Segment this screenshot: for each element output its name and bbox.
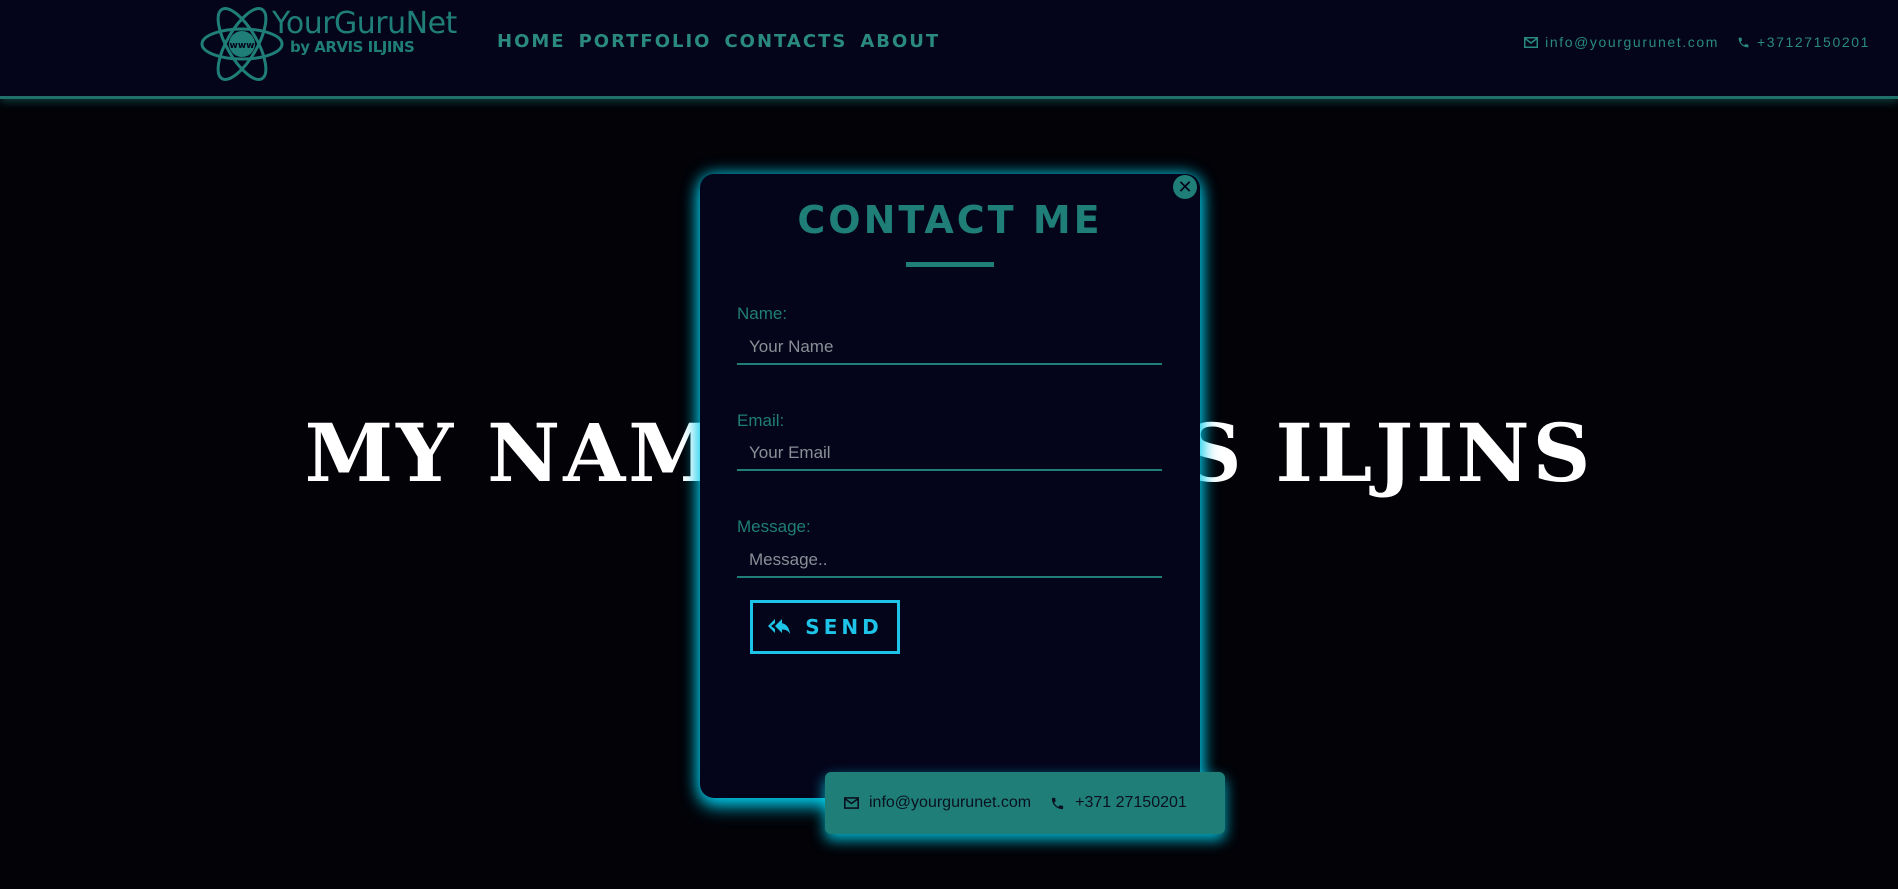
- header-phone-text: +37127150201: [1756, 34, 1870, 50]
- bar-phone-text: +371 27150201: [1075, 794, 1187, 811]
- nav-home[interactable]: HOME: [497, 31, 566, 52]
- message-input[interactable]: [737, 544, 1162, 578]
- header-phone[interactable]: +37127150201: [1737, 34, 1870, 50]
- name-label: Name:: [737, 304, 788, 323]
- phone-icon: [1051, 797, 1064, 809]
- header-contact: info@yourgurunet.com +37127150201: [1506, 34, 1870, 50]
- envelope-icon: [1524, 36, 1539, 48]
- logo-title: YourGuruNet: [272, 6, 457, 41]
- bar-email[interactable]: info@yourgurunet.com: [844, 794, 1031, 812]
- send-label: SEND: [805, 615, 883, 639]
- logo-badge: www: [230, 41, 255, 51]
- phone-icon: [1738, 37, 1749, 47]
- nav-contacts[interactable]: CONTACTS: [724, 31, 847, 52]
- close-icon[interactable]: ✕: [1173, 175, 1197, 199]
- message-label: Message:: [737, 517, 811, 536]
- name-input[interactable]: [737, 331, 1162, 365]
- header-email-text: info@yourgurunet.com: [1545, 34, 1719, 50]
- reply-all-icon: [768, 619, 791, 634]
- main-nav: HOME PORTFOLIO CONTACTS ABOUT: [497, 31, 953, 52]
- bar-email-text: info@yourgurunet.com: [869, 794, 1032, 811]
- nav-about[interactable]: ABOUT: [860, 31, 940, 52]
- email-label: Email:: [737, 411, 785, 430]
- header-email[interactable]: info@yourgurunet.com: [1524, 34, 1719, 50]
- site-logo[interactable]: www YourGuruNet by ARVIS ILJINS: [200, 4, 460, 84]
- logo-subtitle: by ARVIS ILJINS: [290, 38, 415, 56]
- site-header: www YourGuruNet by ARVIS ILJINS HOME POR…: [0, 0, 1898, 99]
- bar-phone[interactable]: +371 27150201: [1050, 794, 1187, 812]
- send-button[interactable]: SEND: [750, 600, 900, 654]
- modal-title: CONTACT ME: [797, 198, 1103, 242]
- envelope-icon: [844, 797, 859, 809]
- contact-modal: CONTACT ME Name: Email: Message: SEND: [700, 174, 1200, 798]
- title-underline: [906, 262, 994, 267]
- floating-contact-bar: info@yourgurunet.com +371 27150201: [825, 772, 1225, 834]
- email-input[interactable]: [737, 437, 1162, 471]
- nav-portfolio[interactable]: PORTFOLIO: [579, 31, 712, 52]
